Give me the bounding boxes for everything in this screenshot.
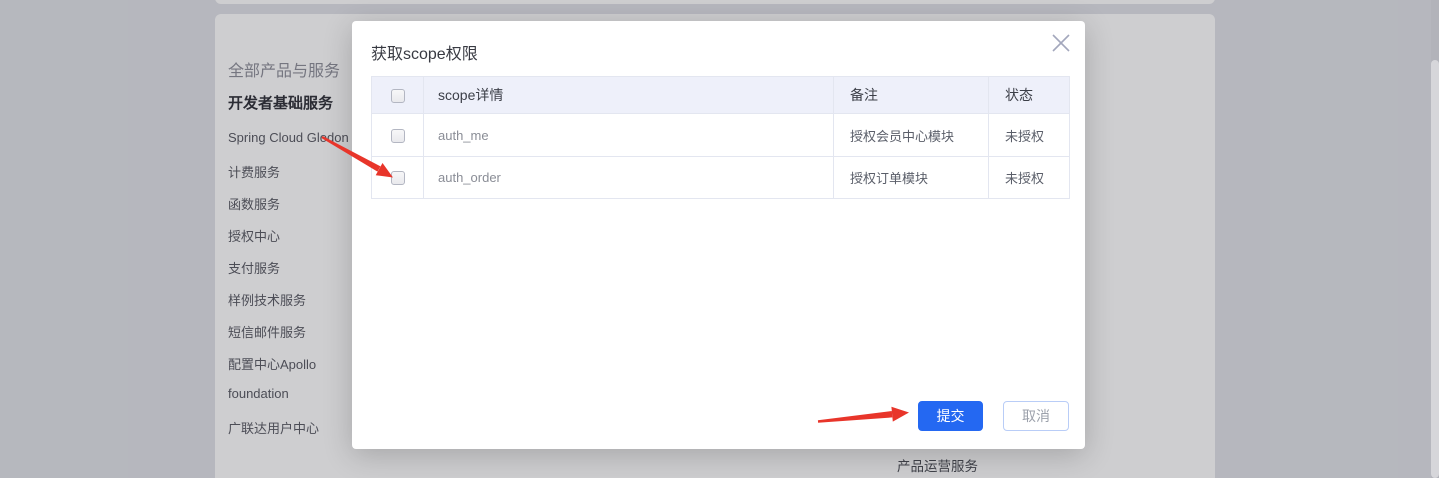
scope-name: auth_me [424,114,834,157]
page-scrollbar-thumb[interactable] [1431,60,1439,478]
row-2-checkbox[interactable] [391,171,405,185]
cancel-button[interactable]: 取消 [1003,401,1069,431]
scope-remark: 授权会员中心模块 [834,114,989,157]
table-row: auth_me 授权会员中心模块 未授权 [372,114,1070,157]
row-1-checkbox[interactable] [391,129,405,143]
screen: 全部产品与服务 开发者基础服务 Spring Cloud Glodon 计费服务… [0,0,1439,478]
scope-remark: 授权订单模块 [834,157,989,199]
scope-table: scope详情 备注 状态 auth_me 授权会员中心模块 未授权 auth_… [371,76,1070,199]
select-all-checkbox[interactable] [391,89,405,103]
scope-name: auth_order [424,157,834,199]
column-header-remark: 备注 [834,77,989,114]
column-header-status: 状态 [989,77,1070,114]
table-row: auth_order 授权订单模块 未授权 [372,157,1070,199]
scope-status: 未授权 [989,114,1070,157]
close-button[interactable] [1047,29,1075,57]
scope-status: 未授权 [989,157,1070,199]
dialog-title: 获取scope权限 [371,40,478,64]
close-icon [1050,32,1072,54]
submit-button[interactable]: 提交 [918,401,983,431]
column-header-scope: scope详情 [424,77,834,114]
get-scope-permission-dialog: 获取scope权限 scope详情 备注 状态 auth_me 授权会员中心模块… [352,21,1085,449]
table-header-row: scope详情 备注 状态 [372,77,1070,114]
